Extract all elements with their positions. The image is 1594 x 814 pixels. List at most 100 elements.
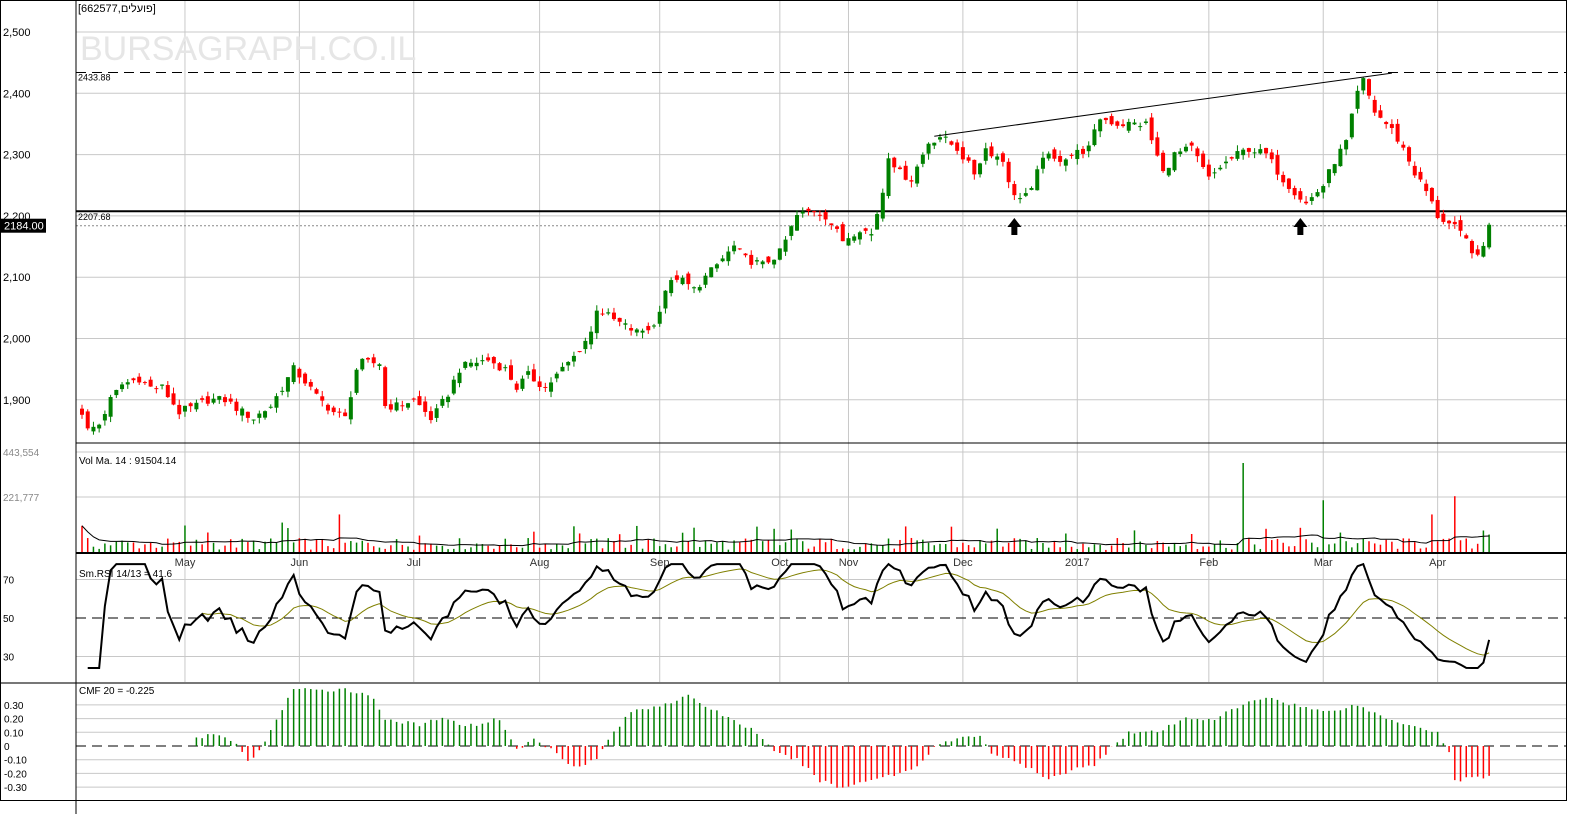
candle-body [1138, 126, 1143, 128]
candle-body [1447, 220, 1452, 224]
candle-body [1086, 145, 1091, 152]
candle-body [1126, 121, 1131, 131]
candle-body [737, 248, 742, 250]
candle-body [995, 156, 1000, 160]
candle-body [497, 363, 502, 371]
candle-body [314, 389, 319, 394]
candle-body [869, 234, 874, 236]
candle-body [1046, 153, 1051, 159]
candle-body [297, 368, 302, 378]
candle-body [772, 259, 777, 265]
candle-body [182, 405, 187, 412]
candle-body [428, 411, 433, 421]
candle-body [543, 386, 548, 388]
candle-body [880, 192, 885, 219]
candle-body [629, 328, 634, 331]
candle-body [1092, 129, 1097, 146]
cmf-axis-label: 0 [4, 742, 10, 753]
candle-body [1275, 155, 1280, 175]
candle-body [560, 366, 565, 372]
candle-body [949, 141, 954, 145]
candle-body [97, 424, 102, 429]
candle-body [1389, 124, 1394, 128]
candle-body [223, 397, 227, 403]
arrow-up-icon [1007, 218, 1022, 235]
candle-body [531, 369, 536, 382]
rsi-axis-label: 30 [3, 653, 15, 664]
candle-body [1109, 116, 1114, 125]
candle-body [571, 355, 576, 362]
candle-body [1407, 147, 1412, 162]
candle-body [972, 159, 977, 175]
candle-body [1155, 137, 1160, 156]
candle-body [817, 214, 822, 216]
candle-body [388, 404, 393, 410]
candle-body [1206, 164, 1211, 177]
candle-body [188, 403, 193, 407]
candle-body [160, 384, 165, 386]
candle-body [697, 287, 702, 291]
candle-body [669, 280, 674, 294]
candle-body [1069, 154, 1074, 156]
cmf-axis-label: -0.30 [4, 783, 27, 794]
candle-body [812, 211, 817, 213]
candle-body [852, 236, 857, 241]
candle-body [932, 142, 937, 146]
candle-body [1361, 78, 1366, 91]
candle-body [154, 388, 159, 390]
candle-body [955, 142, 960, 151]
candle-body [1029, 187, 1034, 190]
candle-body [1161, 152, 1166, 172]
candle-body [1058, 156, 1063, 162]
candle-body [509, 365, 513, 380]
candle-body [1332, 164, 1337, 174]
candle-body [846, 238, 851, 246]
month-label: Jul [407, 557, 421, 569]
candle-body [120, 384, 125, 390]
candle-body [257, 413, 262, 418]
candle-body [1304, 201, 1309, 204]
month-label: Mar [1314, 557, 1333, 569]
candle-body [211, 398, 216, 403]
candle-body [1264, 147, 1269, 154]
stock-chart: May Jun Jul Aug Sep Oct Nov Dec 2017 Feb Mar Apr1,9… [0, 0, 1567, 814]
candle-body [1418, 171, 1423, 180]
candle-body [909, 180, 914, 182]
candle-body [760, 261, 765, 265]
candle-body [789, 226, 794, 236]
candle-body [102, 414, 107, 421]
candle-body [474, 362, 479, 367]
candle-body [417, 396, 422, 406]
candle-body [1166, 167, 1171, 176]
candle-body [960, 147, 965, 160]
candle-body [440, 398, 445, 406]
candle-body [863, 228, 868, 231]
candle-body [1121, 124, 1126, 127]
candle-body [1172, 152, 1177, 171]
candle-body [360, 358, 365, 370]
candle-body [652, 325, 656, 327]
candle-body [703, 275, 708, 285]
candle-body [91, 426, 96, 432]
candle-body [640, 330, 645, 333]
candle-body [720, 258, 725, 262]
candle-body [343, 412, 348, 417]
candle-body [371, 357, 376, 364]
candle-body [1298, 191, 1303, 200]
candle-body [1435, 199, 1440, 219]
rsi-title: Sm.RSI 14/13 = 41.6 [79, 569, 173, 580]
candle-body [85, 411, 90, 429]
candle-body [114, 389, 119, 396]
candle-body [795, 215, 799, 231]
candle-body [177, 404, 182, 415]
candle-body [108, 397, 113, 417]
candle-body [325, 404, 330, 411]
candle-body [280, 390, 285, 392]
candle-body [303, 373, 308, 384]
candle-body [840, 224, 845, 242]
candle-body [1224, 161, 1228, 164]
candle-body [594, 310, 599, 334]
candle-body [714, 264, 719, 269]
candle-body [1143, 121, 1148, 123]
candle-body [1441, 213, 1446, 222]
